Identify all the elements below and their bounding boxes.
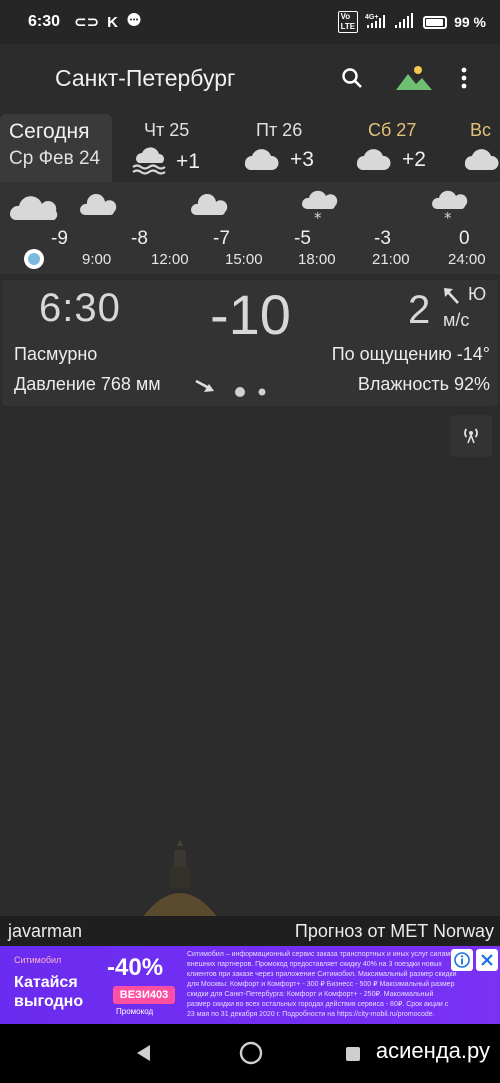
day-temp: +3 <box>290 147 314 171</box>
hourly-temp: -5 <box>294 228 311 249</box>
cloud-icon <box>354 143 394 176</box>
wind-unit: м/с <box>443 310 470 330</box>
day-temp: +1 <box>176 149 200 173</box>
link-icon: ⊂⊃ <box>74 14 100 31</box>
current-time-marker <box>24 249 44 269</box>
system-nav-bar: асиенда.ру <box>0 1024 500 1083</box>
search-icon[interactable] <box>332 58 372 98</box>
status-bar: 6:30 ⊂⊃ K Vo LTE 4G+ 99 % <box>0 0 500 44</box>
ad-fine-print: Ситимобил – информационный сервис заказа… <box>187 951 457 1018</box>
hourly-time: 9:00 <box>82 251 112 268</box>
city-title[interactable]: Санкт-Петербург <box>55 65 235 92</box>
ad-banner[interactable]: Ситимобил Катайся выгодно -40% ВЕЗИ403 П… <box>0 946 500 1024</box>
back-icon[interactable] <box>136 1044 152 1067</box>
svg-text:4G+: 4G+ <box>365 14 378 21</box>
daily-forecast-strip: Сегодня Ср Фев 24 Чт 25 +1 Пт 26 +3 Сб 2… <box>0 114 500 182</box>
condition-text: Пасмурно <box>14 344 98 364</box>
pressure-trend-icon <box>194 378 216 399</box>
day-label: Сб 27 <box>368 120 417 140</box>
wifi-icon <box>394 12 416 32</box>
current-time: 6:30 <box>39 286 121 330</box>
radar-button[interactable] <box>450 415 492 457</box>
svg-text:*: * <box>314 209 322 226</box>
hourly-temp: 0 <box>459 228 470 249</box>
cloud-icon <box>8 192 60 227</box>
hourly-time: 18:00 <box>298 251 336 268</box>
status-time: 6:30 <box>28 13 61 30</box>
day-item[interactable]: Сб 27 +2 <box>336 114 448 182</box>
current-temp: -10 <box>210 283 291 346</box>
close-icon[interactable] <box>476 949 498 971</box>
battery-level: 99 % <box>454 14 486 30</box>
current-conditions-card[interactable]: 6:30 -10 2 Ю м/с Пасмурно По ощущению -1… <box>2 280 498 406</box>
hourly-temp: -3 <box>374 228 391 249</box>
hourly-time: 12:00 <box>151 251 189 268</box>
wind-direction: Ю <box>468 284 487 304</box>
battery-icon <box>423 15 448 29</box>
broadcast-icon <box>460 423 482 450</box>
ad-promo-code: ВЕЗИ403 <box>113 986 175 1004</box>
day-item[interactable]: Вс <box>448 114 500 182</box>
day-item[interactable]: Чт 25 +1 <box>112 114 224 182</box>
cloud-icon <box>189 192 229 221</box>
pressure: Давление 768 мм <box>14 374 161 394</box>
hourly-forecast[interactable]: * * -9 -8 -7 -5 -3 0 9:00 12:00 15:00 18… <box>0 182 500 274</box>
day-today[interactable]: Сегодня Ср Фев 24 <box>0 114 112 182</box>
chat-icon <box>126 12 142 32</box>
wind-speed: 2 <box>408 288 431 332</box>
app-bar: Санкт-Петербург <box>0 44 500 112</box>
day-label: Пт 26 <box>256 120 303 140</box>
hourly-time: 15:00 <box>225 251 263 268</box>
landscape-icon[interactable] <box>394 58 434 98</box>
cloud-icon <box>78 192 118 221</box>
watermark: асиенда.ру <box>375 1038 490 1063</box>
snow-cloud-icon: * <box>300 186 338 231</box>
forecast-source[interactable]: Прогноз от MET Norway <box>295 921 494 942</box>
home-icon[interactable] <box>239 1041 263 1070</box>
today-date: Ср Фев 24 <box>9 148 101 169</box>
humidity: Влажность 92% <box>357 374 490 394</box>
hourly-temp: -9 <box>51 228 68 249</box>
feels-like: По ощущению -14° <box>331 344 490 364</box>
snow-cloud-icon: * <box>430 186 468 231</box>
day-temp: +2 <box>402 147 426 171</box>
ad-discount: -40% <box>107 954 164 981</box>
day-label: Вс <box>470 120 492 140</box>
fog-cloud-icon <box>130 143 168 180</box>
hourly-temp: -7 <box>213 228 230 249</box>
k-icon: K <box>107 13 119 31</box>
ad-brand: Ситимобил <box>14 955 62 965</box>
hourly-temp: -8 <box>131 228 148 249</box>
today-label: Сегодня <box>9 120 90 143</box>
4g-signal-icon: 4G+ <box>365 13 387 32</box>
info-icon[interactable] <box>451 949 473 971</box>
background-photo-dome <box>140 840 220 923</box>
volte-icon: Vo LTE <box>337 11 359 33</box>
wind-arrow-icon <box>442 286 462 311</box>
footer-bar: javarman Прогноз от MET Norway <box>0 916 500 946</box>
photo-author[interactable]: javarman <box>8 921 82 942</box>
hourly-time: 24:00 <box>448 251 486 268</box>
ad-slogan: Катайся выгодно <box>14 974 84 1010</box>
hourly-time: 21:00 <box>372 251 410 268</box>
page-indicator <box>234 384 270 405</box>
cloud-icon <box>242 143 282 176</box>
ad-promo-label: Промокод <box>116 1007 154 1016</box>
svg-text:*: * <box>444 209 452 226</box>
more-icon[interactable] <box>454 58 474 98</box>
recents-icon[interactable] <box>346 1047 360 1061</box>
cloud-icon <box>462 143 500 176</box>
day-item[interactable]: Пт 26 +3 <box>224 114 336 182</box>
day-label: Чт 25 <box>144 120 190 140</box>
